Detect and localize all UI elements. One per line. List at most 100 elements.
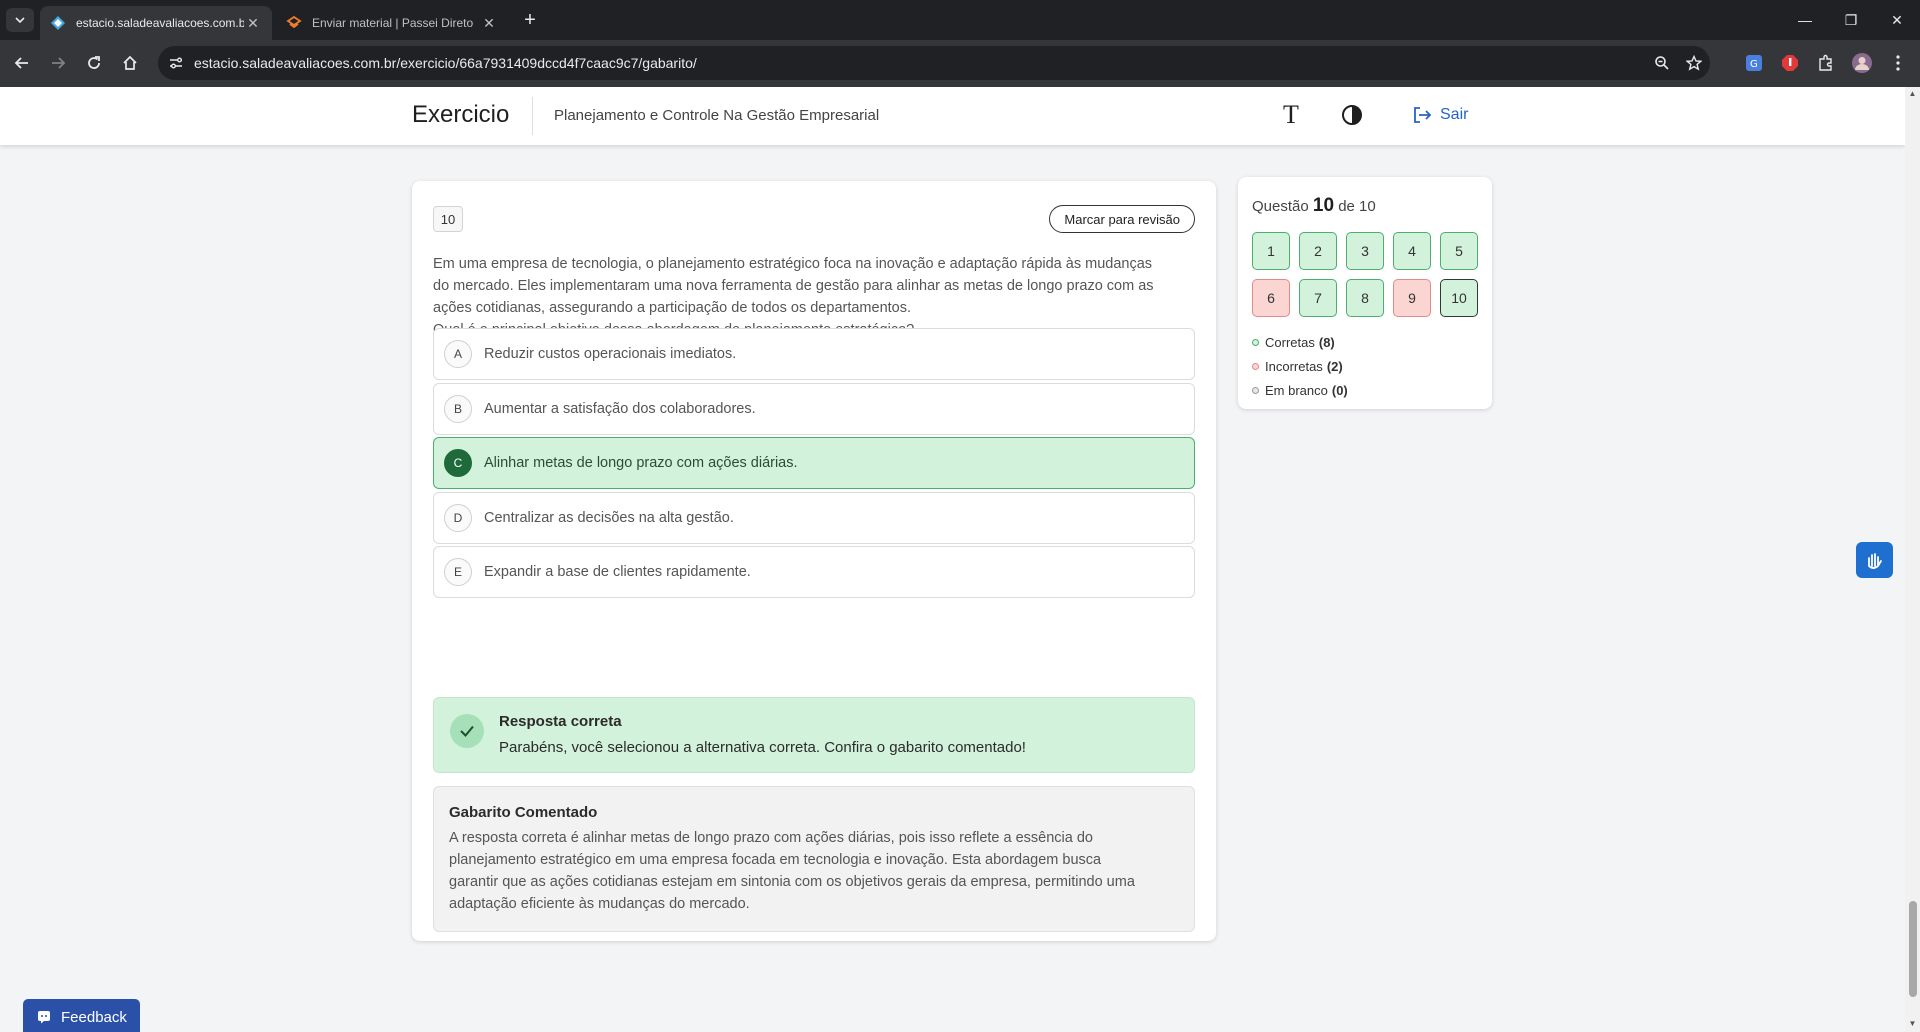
font-size-button[interactable]: T bbox=[1278, 99, 1304, 131]
navigator-prefix: Questão bbox=[1252, 198, 1309, 215]
contrast-icon bbox=[1342, 105, 1362, 125]
feedback-title: Resposta correta bbox=[499, 713, 622, 730]
tab-search-button[interactable] bbox=[6, 8, 34, 32]
feedback-button[interactable]: Feedback bbox=[23, 999, 140, 1032]
legend-correct: Corretas (8) bbox=[1252, 330, 1348, 354]
legend-label: Em branco bbox=[1265, 382, 1328, 398]
comment-line: planejamento estratégico em uma empresa … bbox=[449, 852, 1102, 868]
option-b[interactable]: B Aumentar a satisfação dos colaboradore… bbox=[433, 383, 1195, 435]
page-title: Exercicio bbox=[412, 101, 510, 128]
passei-direto-favicon-icon bbox=[286, 15, 302, 31]
question-text-line: ações cotidianas, assegurando a particip… bbox=[433, 300, 912, 316]
navigator-title: Questão 10 de 10 bbox=[1252, 195, 1376, 217]
browser-tab-inactive[interactable]: Enviar material | Passei Direto ✕ bbox=[276, 6, 508, 40]
zoom-icon[interactable] bbox=[1646, 55, 1678, 71]
question-text-line: do mercado. Eles implementaram uma nova … bbox=[433, 278, 1154, 294]
close-window-icon[interactable]: ✕ bbox=[1874, 0, 1920, 40]
translate-extension-icon[interactable]: G bbox=[1742, 51, 1766, 75]
close-tab-icon[interactable]: ✕ bbox=[480, 14, 498, 32]
legend-count: (0) bbox=[1331, 382, 1348, 398]
restore-icon[interactable]: ❐ bbox=[1828, 0, 1874, 40]
window-controls: — ❐ ✕ bbox=[1782, 0, 1920, 40]
answer-comment-box: Gabarito Comentado A resposta correta é … bbox=[433, 786, 1195, 932]
feedback-chat-icon bbox=[38, 1011, 50, 1024]
scroll-up-arrow-icon[interactable]: ▲ bbox=[1908, 89, 1917, 98]
comment-line: adaptação eficiente às mudanças do merca… bbox=[449, 896, 750, 912]
site-settings-icon[interactable] bbox=[158, 55, 194, 71]
feedback-label: Feedback bbox=[61, 1008, 127, 1026]
chevron-down-icon bbox=[15, 17, 25, 24]
hands-icon bbox=[1867, 553, 1882, 569]
legend-incorrect: Incorretas (2) bbox=[1252, 354, 1348, 378]
logout-button[interactable]: Sair bbox=[1412, 105, 1468, 125]
question-card: 10 Marcar para revisão Em uma empresa de… bbox=[412, 181, 1216, 941]
question-cell-3[interactable]: 3 bbox=[1346, 232, 1384, 270]
site-header: Exercicio Planejamento e Controle Na Ges… bbox=[0, 87, 1905, 145]
home-icon[interactable] bbox=[118, 51, 142, 75]
option-a[interactable]: A Reduzir custos operacionais imediatos. bbox=[433, 328, 1195, 380]
legend-dot-icon bbox=[1252, 338, 1259, 346]
question-cell-2[interactable]: 2 bbox=[1299, 232, 1337, 270]
legend-dot-icon bbox=[1252, 386, 1259, 394]
extensions-area: G bbox=[1742, 51, 1910, 75]
minimize-icon[interactable]: — bbox=[1782, 0, 1828, 40]
legend-count: (8) bbox=[1318, 334, 1335, 350]
browser-tab-active[interactable]: estacio.saladeavaliacoes.com.br ✕ bbox=[40, 6, 272, 40]
new-tab-plus-icon[interactable]: + bbox=[518, 8, 542, 32]
navigator-current: 10 bbox=[1312, 195, 1335, 216]
contrast-toggle-button[interactable] bbox=[1338, 101, 1366, 129]
logout-label: Sair bbox=[1440, 106, 1469, 123]
scroll-down-arrow-icon[interactable]: ▼ bbox=[1908, 1019, 1917, 1028]
bookmark-star-icon[interactable] bbox=[1678, 55, 1710, 71]
option-d[interactable]: D Centralizar as decisões na alta gestão… bbox=[433, 492, 1195, 544]
address-bar[interactable]: estacio.saladeavaliacoes.com.br/exercici… bbox=[158, 46, 1710, 80]
answer-feedback-box: Resposta correta Parabéns, você selecion… bbox=[433, 697, 1195, 773]
browser-toolbar: estacio.saladeavaliacoes.com.br/exercici… bbox=[0, 40, 1920, 87]
navigator-total: de 10 bbox=[1338, 198, 1376, 215]
option-letter: B bbox=[444, 395, 472, 423]
question-cell-1[interactable]: 1 bbox=[1252, 232, 1290, 270]
option-letter: C bbox=[444, 449, 472, 477]
question-cell-4[interactable]: 4 bbox=[1393, 232, 1431, 270]
sign-language-accessibility-button[interactable] bbox=[1856, 542, 1893, 578]
option-text: Alinhar metas de longo prazo com ações d… bbox=[484, 455, 798, 471]
question-navigator: Questão 10 de 10 1 2 3 4 5 6 7 8 9 10 Co… bbox=[1238, 177, 1492, 409]
tab-title: Enviar material | Passei Direto bbox=[312, 16, 474, 30]
legend-label: Incorretas bbox=[1265, 358, 1323, 374]
page-scrollbar[interactable]: ▲ ▼ bbox=[1905, 87, 1920, 1032]
option-letter: E bbox=[444, 558, 472, 586]
question-cell-7[interactable]: 7 bbox=[1299, 279, 1337, 317]
mark-for-review-button[interactable]: Marcar para revisão bbox=[1049, 205, 1195, 233]
legend-blank: Em branco (0) bbox=[1252, 378, 1348, 402]
question-cell-8[interactable]: 8 bbox=[1346, 279, 1384, 317]
reload-icon[interactable] bbox=[82, 51, 106, 75]
scrollbar-thumb[interactable] bbox=[1909, 901, 1917, 997]
question-text-line: Em uma empresa de tecnologia, o planejam… bbox=[433, 256, 1153, 272]
legend-label: Corretas bbox=[1265, 334, 1315, 350]
question-cell-6[interactable]: 6 bbox=[1252, 279, 1290, 317]
question-grid: 1 2 3 4 5 6 7 8 9 10 bbox=[1252, 232, 1478, 317]
option-text: Expandir a base de clientes rapidamente. bbox=[484, 564, 751, 580]
question-cell-5[interactable]: 5 bbox=[1440, 232, 1478, 270]
browser-menu-icon[interactable] bbox=[1886, 51, 1910, 75]
question-number-badge: 10 bbox=[433, 206, 463, 232]
question-cell-10[interactable]: 10 bbox=[1440, 279, 1478, 317]
close-tab-icon[interactable]: ✕ bbox=[244, 14, 262, 32]
legend-dot-icon bbox=[1252, 362, 1259, 370]
checkmark-icon bbox=[450, 714, 484, 748]
option-text: Centralizar as decisões na alta gestão. bbox=[484, 510, 734, 526]
back-arrow-icon[interactable] bbox=[10, 51, 34, 75]
profile-avatar-icon[interactable] bbox=[1850, 51, 1874, 75]
option-e[interactable]: E Expandir a base de clientes rapidament… bbox=[433, 546, 1195, 598]
navigator-legend: Corretas (8) Incorretas (2) Em branco (0… bbox=[1252, 330, 1348, 402]
forward-arrow-icon[interactable] bbox=[46, 51, 70, 75]
comment-title: Gabarito Comentado bbox=[449, 804, 598, 821]
option-c-selected[interactable]: C Alinhar metas de longo prazo com ações… bbox=[433, 437, 1195, 489]
adblock-extension-icon[interactable] bbox=[1778, 51, 1802, 75]
question-cell-9[interactable]: 9 bbox=[1393, 279, 1431, 317]
svg-text:G: G bbox=[1750, 59, 1758, 70]
puzzle-extensions-icon[interactable] bbox=[1814, 51, 1838, 75]
logout-icon bbox=[1414, 107, 1432, 123]
font-size-icon: T bbox=[1283, 100, 1299, 129]
option-letter: A bbox=[444, 340, 472, 368]
